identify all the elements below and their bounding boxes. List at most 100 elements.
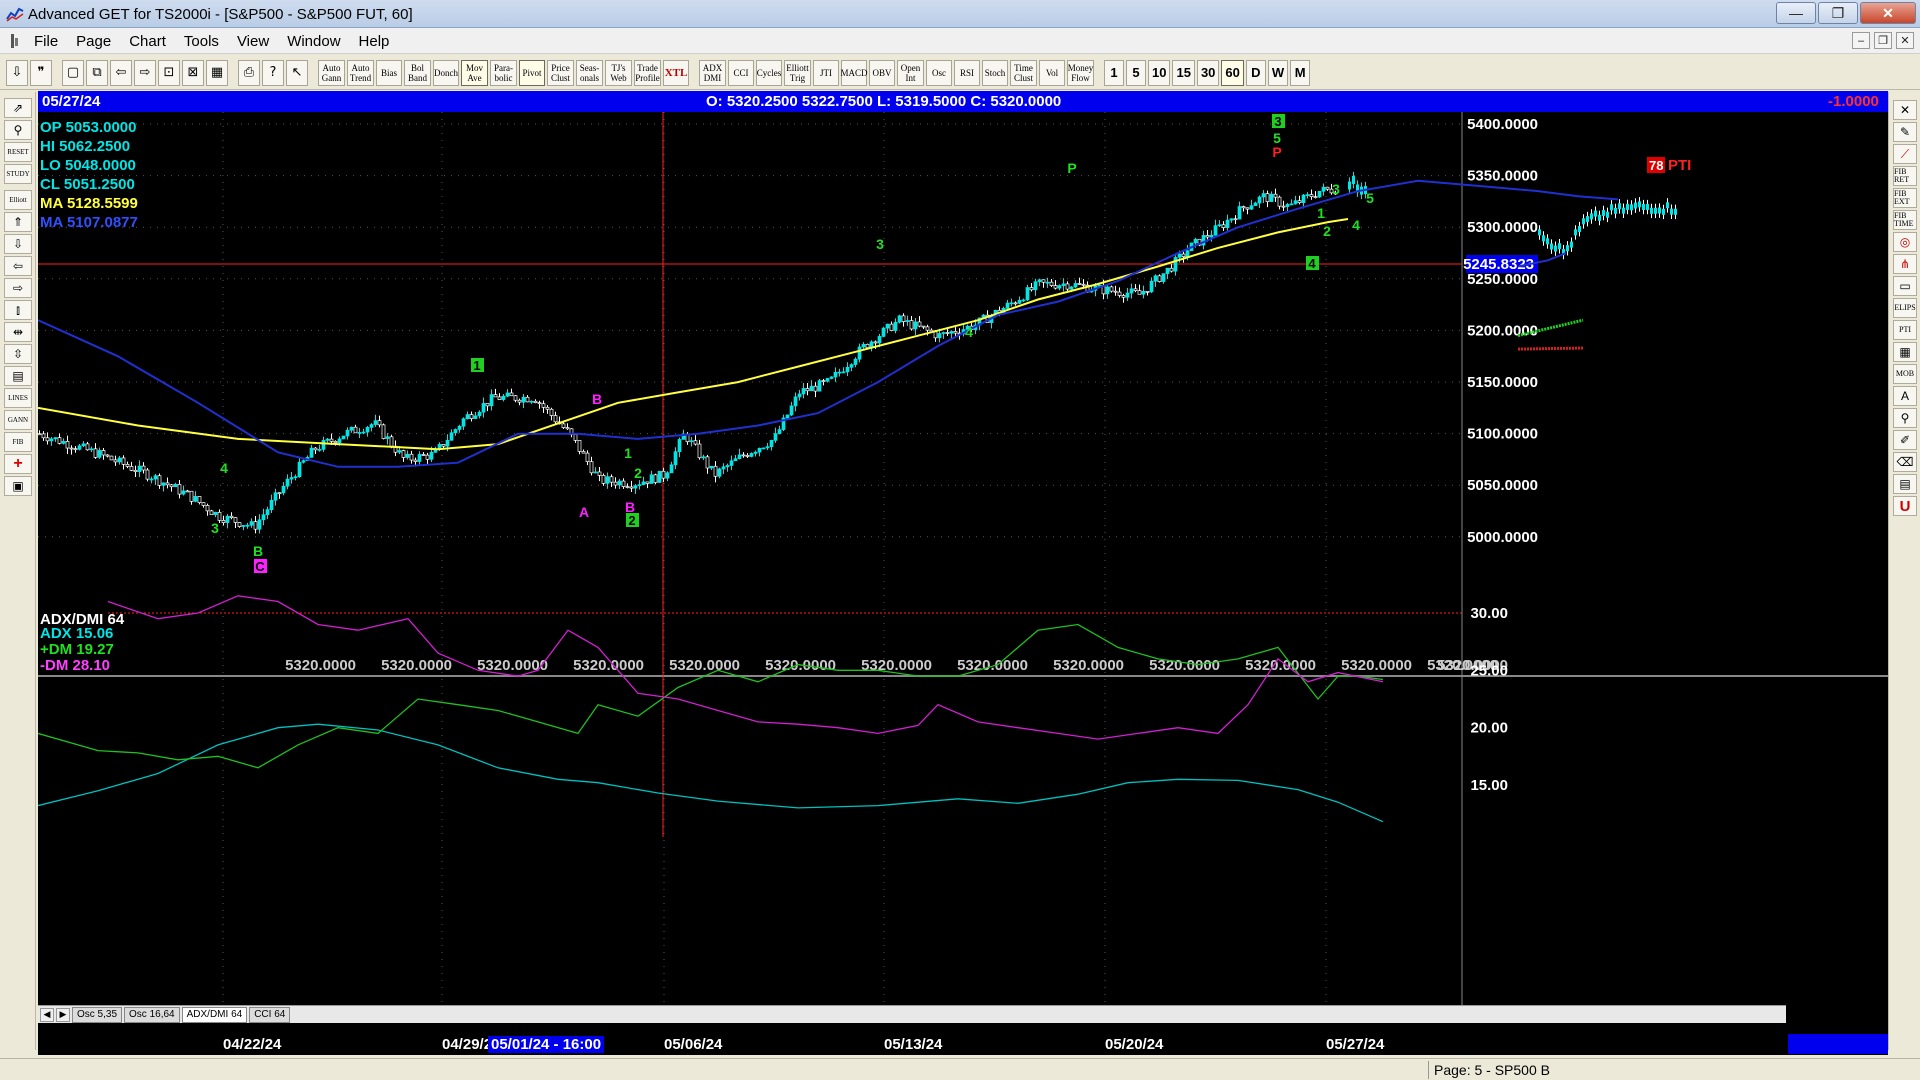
study-cci-button[interactable]: CCI [728, 59, 754, 86]
copy-icon[interactable]: ⧉ [86, 59, 108, 86]
period-30-button[interactable]: 30 [1196, 59, 1220, 86]
scroll-right-icon[interactable]: ⇨ [134, 59, 156, 86]
study-time-clust-button[interactable]: Time Clust [1010, 59, 1037, 86]
compress-icon[interactable]: ⇹ [4, 322, 32, 342]
study-macd-button[interactable]: MACD [841, 59, 868, 86]
menu-tools[interactable]: Tools [184, 33, 219, 50]
fib-retracement-button[interactable]: FIB RET [1893, 166, 1917, 186]
study-money-flow-button[interactable]: Money Flow [1067, 59, 1094, 86]
mob-button[interactable]: MOB [1893, 364, 1917, 384]
document-icon[interactable] [6, 32, 24, 50]
text-tool-button[interactable]: A [1893, 386, 1917, 406]
crosshair-icon[interactable]: + [4, 454, 32, 474]
close-line-icon[interactable]: ✕ [1893, 100, 1917, 120]
study-seas-onals-button[interactable]: Seas- onals [576, 59, 603, 86]
study-tj-s-web-button[interactable]: TJ's Web [605, 59, 632, 86]
menu-chart[interactable]: Chart [129, 33, 166, 50]
paint-icon[interactable]: ✐ [1893, 430, 1917, 450]
grid-icon[interactable]: ▦ [206, 59, 228, 86]
tab-adx-dmi-64[interactable]: ADX/DMI 64 [181, 1006, 248, 1023]
scroll-left-icon[interactable]: ⇦ [110, 59, 132, 86]
chart-window[interactable]: 05/27/24 O: 5320.2500 5322.7500 L: 5319.… [38, 91, 1888, 1055]
window-icon[interactable]: ▤ [4, 366, 32, 386]
period-5-button[interactable]: 5 [1126, 59, 1146, 86]
period-10-button[interactable]: 10 [1148, 59, 1171, 86]
magnifier-icon[interactable]: ⚲ [1893, 408, 1917, 428]
study-mov-ave-button[interactable]: Mov Ave [461, 59, 488, 86]
circle-tool-icon[interactable]: ◎ [1893, 232, 1917, 252]
mdi-minimize-button[interactable]: – [1852, 32, 1870, 49]
study-button[interactable]: STUDY [4, 164, 32, 184]
zoom-box-icon[interactable]: ⊡ [158, 59, 180, 86]
tab-scroll-right-icon[interactable]: ▶ [56, 1007, 70, 1022]
fan-tool-icon[interactable]: ⋔ [1893, 254, 1917, 274]
fib-button[interactable]: FIB [4, 432, 32, 452]
minimize-button[interactable]: — [1776, 2, 1816, 24]
mdi-close-button[interactable]: ✕ [1896, 32, 1914, 49]
period-m-button[interactable]: M [1290, 59, 1311, 86]
study-elliott-trig-button[interactable]: Elliott Trig [784, 59, 811, 86]
menu-page[interactable]: Page [76, 33, 111, 50]
zoom-icon[interactable]: ⚲ [4, 120, 32, 140]
study-osc-button[interactable]: Osc [926, 59, 952, 86]
tab-osc-16-64[interactable]: Osc 16,64 [124, 1006, 180, 1023]
study-jti-button[interactable]: JTI [813, 59, 839, 86]
delete-icon[interactable]: ⊠ [182, 59, 204, 86]
study-bias-button[interactable]: Bias [376, 59, 402, 86]
period-15-button[interactable]: 15 [1172, 59, 1195, 86]
tab-cci-64[interactable]: CCI 64 [249, 1006, 291, 1023]
close-button[interactable]: ✕ [1860, 2, 1916, 24]
tab-osc-5-35[interactable]: Osc 5,35 [72, 1006, 123, 1023]
quote-icon[interactable]: ❞ [30, 59, 52, 86]
right-arrow-icon[interactable]: ⇨ [4, 278, 32, 298]
ellipse-button[interactable]: ELIPS [1893, 298, 1917, 318]
cursor-tool-icon[interactable]: ⇩ [6, 59, 28, 86]
price-chart[interactable]: 5400.0000 5350.0000 5300.0000 5250.0000 5200… [38, 112, 1888, 1006]
period-1-button[interactable]: 1 [1104, 59, 1124, 86]
mdi-restore-button[interactable]: ❐ [1874, 32, 1892, 49]
trendline-icon[interactable]: ⟋ [1893, 144, 1917, 164]
save-icon[interactable]: ▣ [4, 476, 32, 496]
study-para-bolic-button[interactable]: Para- bolic [490, 59, 517, 86]
study-price-clust-button[interactable]: Price Clust [547, 59, 574, 86]
chart-up-icon[interactable]: ⇑ [4, 212, 32, 232]
tab-scroll-left-icon[interactable]: ◀ [40, 1007, 54, 1022]
fib-time-button[interactable]: FIB TIME [1893, 210, 1917, 230]
lines-button[interactable]: LINES [4, 388, 32, 408]
study-xtl-button[interactable]: XTL [663, 59, 689, 86]
menu-help[interactable]: Help [359, 33, 390, 50]
expand-icon[interactable]: ⇳ [4, 344, 32, 364]
menu-window[interactable]: Window [287, 33, 340, 50]
pti-button[interactable]: PTI [1893, 320, 1917, 340]
menu-view[interactable]: View [237, 33, 269, 50]
reset-button[interactable]: RESET [4, 142, 32, 162]
calculator-icon[interactable]: ▤ [1893, 474, 1917, 494]
study-auto-trend-button[interactable]: Auto Trend [347, 59, 374, 86]
elliott-button[interactable]: Elliott [4, 190, 32, 210]
study-rsi-button[interactable]: RSI [954, 59, 980, 86]
study-pivot-button[interactable]: Pivot [519, 59, 545, 86]
help-icon[interactable]: ? [262, 59, 284, 86]
study-cycles-button[interactable]: Cycles [756, 59, 782, 86]
left-arrow-icon[interactable]: ⇦ [4, 256, 32, 276]
bars-icon[interactable]: ⫾ [4, 300, 32, 320]
study-trade-profile-button[interactable]: Trade Profile [634, 59, 661, 86]
print-icon[interactable]: ⎙ [238, 59, 260, 86]
menu-file[interactable]: File [34, 33, 58, 50]
study-stoch-button[interactable]: Stoch [982, 59, 1008, 86]
gann-button[interactable]: GANN [4, 410, 32, 430]
study-bol-band-button[interactable]: Bol Band [404, 59, 431, 86]
period-w-button[interactable]: W [1267, 59, 1289, 86]
study-auto-gann-button[interactable]: Auto Gann [318, 59, 345, 86]
undo-button[interactable]: U [1893, 496, 1917, 516]
period-d-button[interactable]: D [1245, 59, 1266, 86]
grid-tool-icon[interactable]: ▦ [1893, 342, 1917, 362]
context-help-icon[interactable]: ↖ [286, 59, 308, 86]
new-page-icon[interactable]: ▢ [62, 59, 84, 86]
study-adx-dmi-button[interactable]: ADX DMI [699, 59, 726, 86]
study-obv-button[interactable]: OBV [869, 59, 895, 86]
study-open-int-button[interactable]: Open Int [897, 59, 924, 86]
eraser-icon[interactable]: ⌫ [1893, 452, 1917, 472]
fib-extension-button[interactable]: FIB EXT [1893, 188, 1917, 208]
down-arrow-icon[interactable]: ⇩ [4, 234, 32, 254]
